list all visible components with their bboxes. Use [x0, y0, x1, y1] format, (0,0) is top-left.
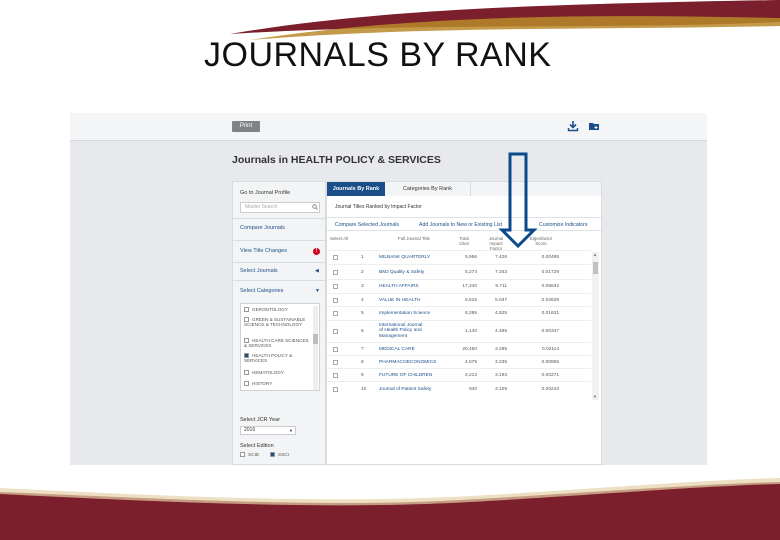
callout-arrow-icon	[498, 152, 538, 249]
presentation-slide: JOURNALS BY RANK Print Journals in HEALT…	[0, 0, 780, 540]
